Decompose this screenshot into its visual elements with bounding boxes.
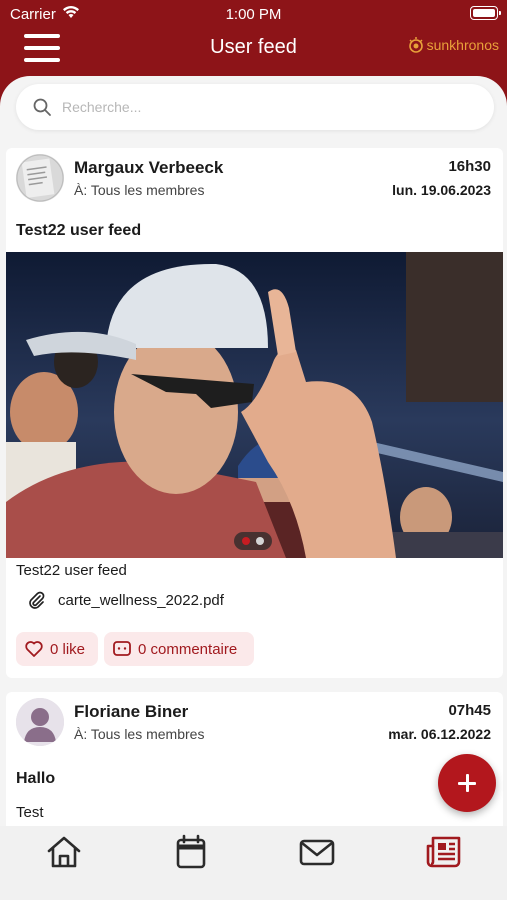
carousel-indicator[interactable] — [234, 532, 272, 550]
recipients-label: À: Tous les membres — [74, 182, 205, 198]
tab-bar — [0, 826, 507, 900]
author-name: Margaux Verbeeck — [74, 158, 224, 177]
add-post-button[interactable] — [438, 754, 496, 812]
search-icon — [33, 98, 51, 116]
tab-calendar[interactable] — [171, 832, 211, 872]
home-icon — [47, 836, 81, 868]
avatar — [16, 698, 64, 746]
post-title: Hallo — [16, 770, 56, 787]
paperclip-icon — [29, 591, 45, 609]
author-name: Floriane Biner — [74, 702, 189, 721]
tab-feed[interactable] — [424, 832, 464, 872]
comment-count: 0 commentaire — [138, 640, 238, 658]
post-body: Test22 user feed — [16, 562, 127, 579]
like-count: 0 like — [50, 640, 86, 658]
carousel-dot[interactable] — [256, 537, 264, 545]
sun-logo-icon — [408, 37, 423, 53]
brand-logo: sunkhronos — [407, 36, 499, 54]
post-date: mar. 06.12.2022 — [388, 726, 491, 742]
post-body: Test — [16, 804, 44, 821]
post-date: lun. 19.06.2023 — [392, 182, 491, 198]
newspaper-icon — [426, 836, 461, 868]
comment-icon — [113, 641, 131, 656]
post-title: Test22 user feed — [16, 222, 142, 239]
status-time: 1:00 PM — [225, 6, 282, 23]
search-input[interactable] — [62, 99, 462, 115]
post-image[interactable] — [6, 252, 503, 558]
comment-button[interactable]: 0 commentaire — [104, 632, 254, 666]
stadium-photo — [6, 252, 503, 558]
feed-sheet: Margaux Verbeeck À: Tous les membres 16h… — [0, 76, 507, 826]
tab-home[interactable] — [44, 832, 84, 872]
attachment-link[interactable]: carte_wellness_2022.pdf — [26, 590, 224, 610]
status-bar: Carrier 1:00 PM — [0, 0, 507, 28]
search-bar[interactable] — [16, 84, 494, 130]
feed-post[interactable]: Margaux Verbeeck À: Tous les membres 16h… — [6, 148, 503, 678]
attachment-filename: carte_wellness_2022.pdf — [58, 591, 224, 609]
user-placeholder-icon — [16, 698, 64, 746]
mail-icon — [299, 839, 335, 866]
post-time: 16h30 — [448, 158, 491, 175]
tab-messages[interactable] — [297, 832, 337, 872]
feed-post[interactable]: Floriane Biner À: Tous les membres 07h45… — [6, 692, 503, 826]
like-button[interactable]: 0 like — [16, 632, 98, 666]
heart-icon — [25, 641, 43, 657]
post-time: 07h45 — [448, 702, 491, 719]
avatar — [16, 154, 64, 202]
avatar-photo — [16, 154, 64, 202]
carousel-dot-active[interactable] — [242, 537, 250, 545]
battery-icon — [470, 6, 501, 20]
brand-name: sunkhronos — [426, 37, 499, 53]
recipients-label: À: Tous les membres — [74, 726, 205, 742]
calendar-icon — [176, 834, 206, 869]
